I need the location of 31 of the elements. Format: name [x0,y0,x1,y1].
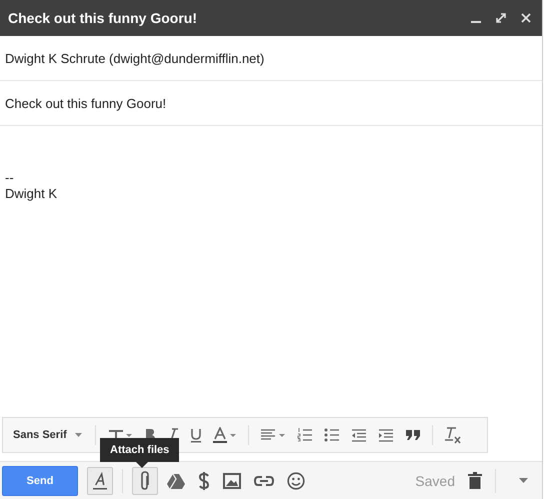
formatting-toggle[interactable] [87,466,113,494]
text-color-icon[interactable] [212,427,237,443]
align-icon[interactable] [260,429,286,441]
remove-formatting-icon[interactable] [444,426,462,444]
expand-icon[interactable] [495,12,507,24]
indent-less-icon[interactable] [350,428,367,442]
trash-icon[interactable] [468,472,482,489]
attach-button[interactable] [132,466,158,494]
saved-status: Saved [415,472,455,488]
close-icon[interactable] [520,12,532,24]
paperclip-icon [139,470,151,490]
tooltip-text: Attach files [110,444,170,456]
window-title: Check out this funny Gooru! [8,10,198,26]
underline-icon[interactable] [190,428,202,442]
drive-icon[interactable] [167,472,185,488]
numbered-list-icon[interactable] [296,428,313,442]
more-options-caret-icon[interactable] [519,478,528,483]
body-text[interactable]: Dwight K [5,186,58,202]
font-dropdown[interactable]: Sans Serif [11,427,84,443]
indent-more-icon[interactable] [378,428,394,442]
dollar-icon[interactable] [198,470,210,490]
caret-icon [74,433,82,437]
link-icon[interactable] [254,476,274,486]
image-icon[interactable] [223,472,241,488]
subject-field[interactable]: Check out this funny Gooru! [5,96,166,110]
bulleted-list-icon[interactable] [324,428,340,442]
emoji-icon[interactable] [287,472,305,490]
recipient-field[interactable]: Dwight K Schrute (dwight@dundermifflin.net) [5,50,264,66]
text-format-icon [93,472,107,490]
body-text[interactable]: -- [5,170,14,186]
quote-icon[interactable] [404,429,421,441]
